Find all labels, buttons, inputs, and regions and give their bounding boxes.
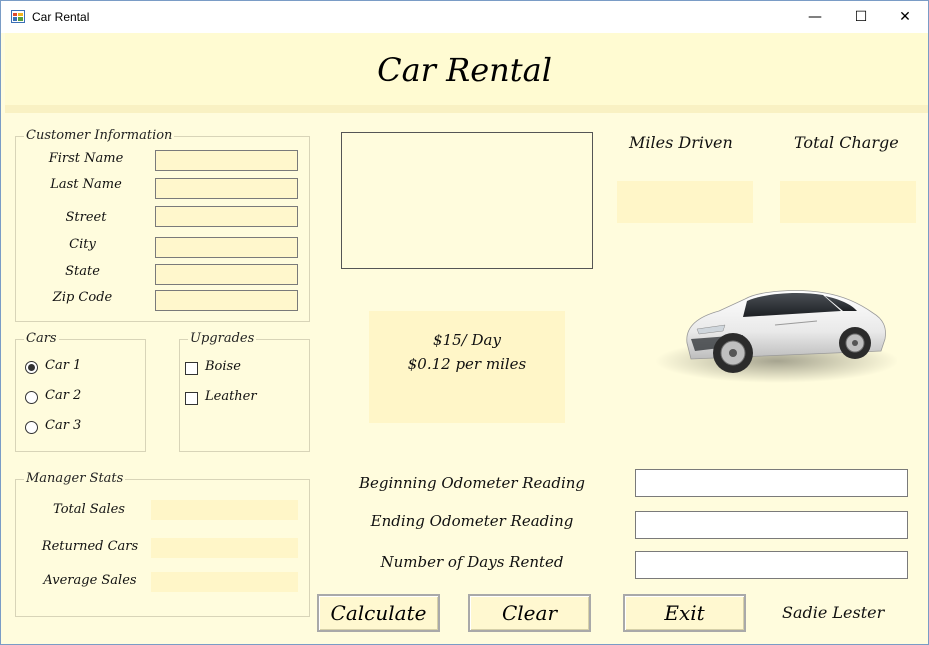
calculate-button[interactable]: Calculate xyxy=(317,594,440,632)
exit-button[interactable]: Exit xyxy=(623,594,746,632)
clear-button[interactable]: Clear xyxy=(468,594,591,632)
beginning-odometer-input[interactable] xyxy=(636,470,907,496)
car-1-radio[interactable] xyxy=(25,361,38,374)
state-input[interactable] xyxy=(156,266,297,286)
maximize-icon: ☐ xyxy=(854,9,868,25)
close-icon: ✕ xyxy=(899,9,911,25)
state-field[interactable] xyxy=(155,264,298,286)
window-title: Car Rental xyxy=(32,10,90,24)
page-title: Car Rental xyxy=(377,51,552,89)
last-name-field[interactable] xyxy=(155,178,298,200)
returned-cars-output xyxy=(151,538,298,558)
car-3-label[interactable]: Car 3 xyxy=(45,418,81,433)
maximize-button[interactable]: ☐ xyxy=(838,1,884,33)
manager-stats-label: Manager Stats xyxy=(24,471,126,486)
close-button[interactable]: ✕ xyxy=(882,1,928,33)
days-rented-input[interactable] xyxy=(636,552,907,578)
beginning-odometer-field[interactable] xyxy=(635,469,908,497)
miles-driven-output xyxy=(617,181,753,223)
zip-code-input[interactable] xyxy=(156,292,297,312)
street-field[interactable] xyxy=(155,206,298,228)
upgrades-group-label: Upgrades xyxy=(188,331,257,346)
boise-checkbox[interactable] xyxy=(185,362,198,375)
state-label: State xyxy=(65,264,100,279)
first-name-field[interactable] xyxy=(155,150,298,172)
total-charge-label: Total Charge xyxy=(794,133,899,152)
average-sales-label: Average Sales xyxy=(43,573,137,588)
zip-code-field[interactable] xyxy=(155,290,298,312)
mileage-rate-text: $0.12 per miles xyxy=(407,355,527,373)
minimize-button[interactable]: — xyxy=(792,1,838,33)
last-name-input[interactable] xyxy=(156,180,297,200)
car-image xyxy=(655,290,897,383)
last-name-label: Last Name xyxy=(50,177,122,192)
cars-group-label: Cars xyxy=(24,331,59,346)
header-divider xyxy=(5,105,928,113)
app-window: Car Rental — ☐ ✕ Car Rental Customer Inf… xyxy=(0,0,929,645)
city-field[interactable] xyxy=(155,237,298,259)
city-label: City xyxy=(69,237,96,252)
car-1-label[interactable]: Car 1 xyxy=(45,358,81,373)
city-input[interactable] xyxy=(156,239,297,259)
average-sales-output xyxy=(151,572,298,592)
app-icon xyxy=(11,10,25,23)
author-name: Sadie Lester xyxy=(782,603,885,622)
leather-label[interactable]: Leather xyxy=(205,389,257,404)
boise-label[interactable]: Boise xyxy=(205,359,241,374)
street-input[interactable] xyxy=(156,208,297,228)
leather-checkbox[interactable] xyxy=(185,392,198,405)
beginning-odometer-label: Beginning Odometer Reading xyxy=(358,474,586,492)
returned-cars-label: Returned Cars xyxy=(41,539,139,554)
first-name-input[interactable] xyxy=(156,152,297,172)
zip-code-label: Zip Code xyxy=(52,290,113,305)
car-2-radio[interactable] xyxy=(25,391,38,404)
days-rented-label: Number of Days Rented xyxy=(380,553,564,571)
ending-odometer-label: Ending Odometer Reading xyxy=(370,512,574,530)
customer-info-label: Customer Information xyxy=(24,128,175,143)
car-2-label[interactable]: Car 2 xyxy=(45,388,81,403)
total-sales-label: Total Sales xyxy=(53,502,125,517)
days-rented-field[interactable] xyxy=(635,551,908,579)
street-label: Street xyxy=(65,210,107,225)
daily-rate-text: $15/ Day xyxy=(433,331,501,349)
total-sales-output xyxy=(151,500,298,520)
picture-box xyxy=(341,132,593,269)
rates-panel: $15/ Day $0.12 per miles xyxy=(369,311,565,423)
car-3-radio[interactable] xyxy=(25,421,38,434)
first-name-label: First Name xyxy=(48,151,124,166)
minimize-icon: — xyxy=(808,9,822,25)
miles-driven-label: Miles Driven xyxy=(629,133,733,152)
ending-odometer-input[interactable] xyxy=(636,512,907,538)
title-bar: Car Rental — ☐ ✕ xyxy=(1,1,928,33)
total-charge-output xyxy=(780,181,916,223)
ending-odometer-field[interactable] xyxy=(635,511,908,539)
form-client-area: Car Rental Customer Information First Na… xyxy=(1,33,928,644)
